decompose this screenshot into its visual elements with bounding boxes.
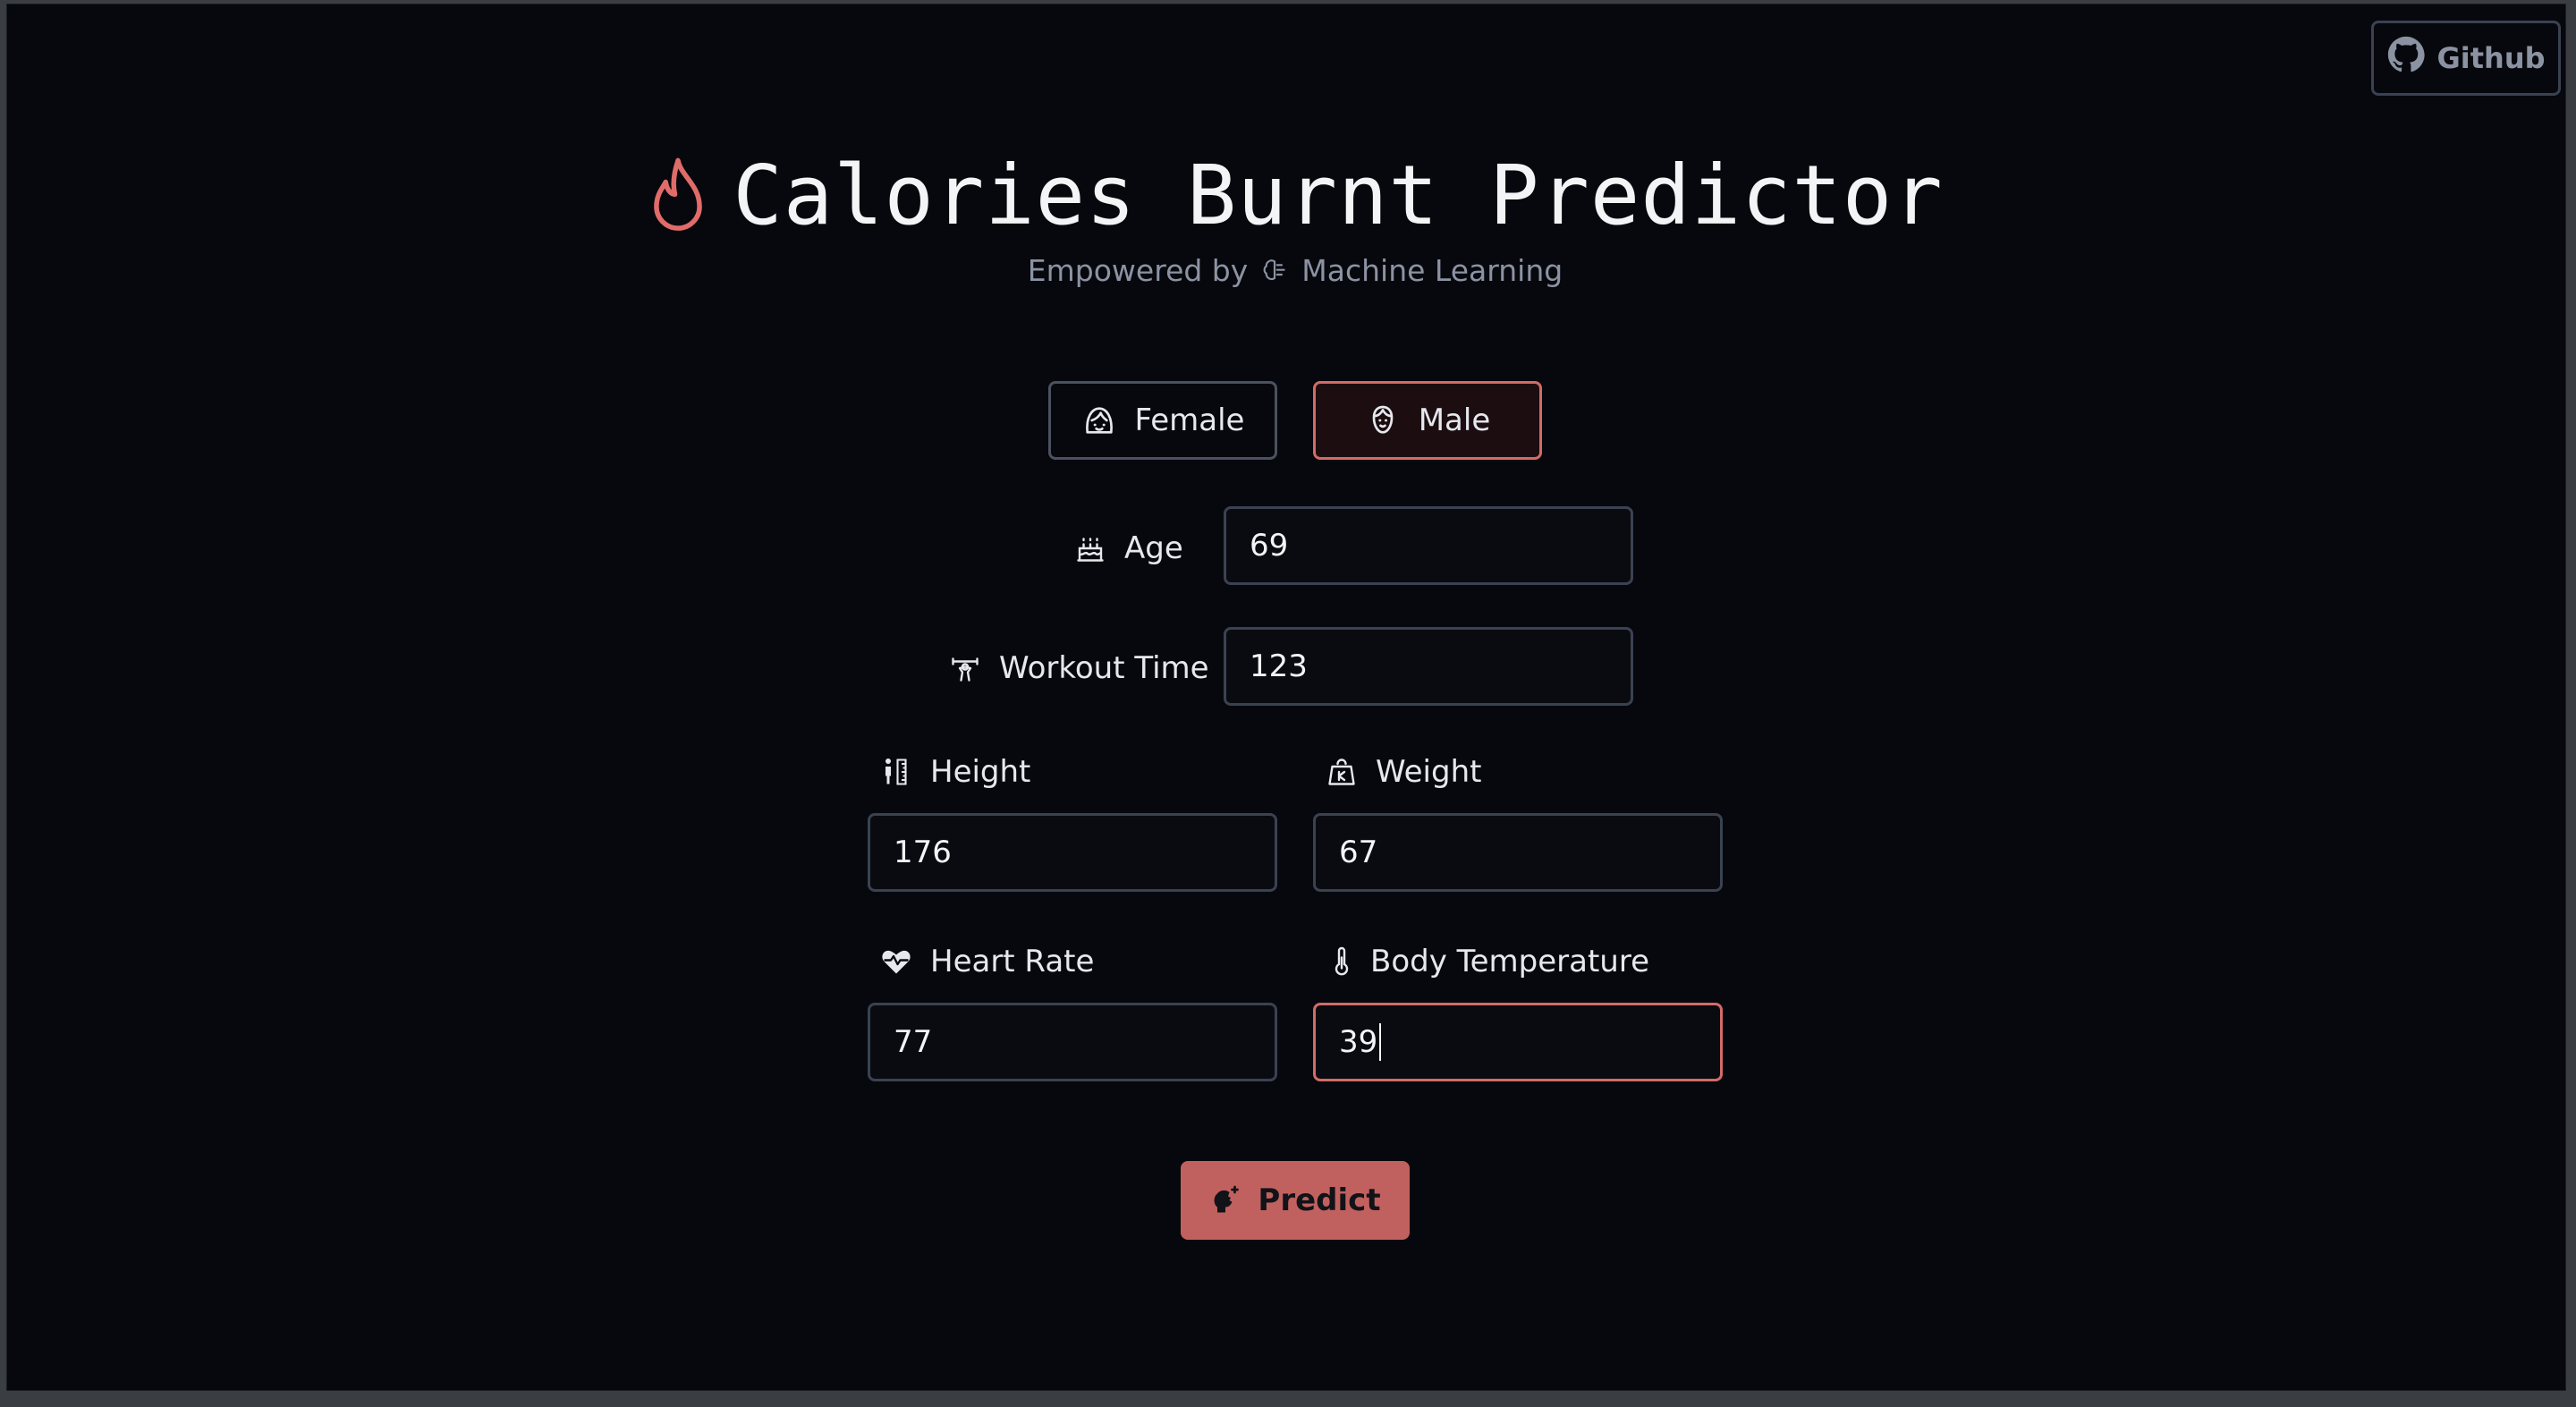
heart-rate-label: Heart Rate [880, 944, 1094, 979]
brain-icon [1260, 257, 1289, 285]
workout-time-input-value: 123 [1250, 648, 1308, 684]
female-face-icon [1081, 403, 1117, 438]
gender-female-button[interactable]: Female [1048, 381, 1277, 460]
app-window: Github Calories Burnt Predictor Empowere… [6, 4, 2566, 1391]
weightlifting-icon [949, 652, 981, 684]
weight-label: Weight [1326, 754, 1481, 790]
height-label-text: Height [930, 754, 1031, 790]
flame-icon [647, 157, 709, 234]
height-input[interactable]: 176 [868, 813, 1277, 892]
age-label-text: Age [1124, 530, 1183, 566]
heart-rate-input-value: 77 [894, 1024, 933, 1060]
gender-male-button[interactable]: Male [1313, 381, 1542, 460]
heart-rate-label-text: Heart Rate [930, 944, 1095, 979]
text-caret [1379, 1023, 1382, 1061]
height-input-value: 176 [894, 835, 952, 870]
heart-pulse-icon [880, 945, 912, 978]
github-icon [2387, 36, 2425, 81]
subtitle: Empowered by Machine Learning [7, 253, 2576, 288]
weight-input-value: 67 [1339, 835, 1378, 870]
weight-label-text: Weight [1376, 754, 1482, 790]
age-input[interactable]: 69 [1224, 506, 1633, 585]
subtitle-suffix: Machine Learning [1301, 253, 1563, 288]
github-button[interactable]: Github [2371, 21, 2561, 96]
height-ruler-icon [880, 756, 912, 788]
male-label: Male [1418, 403, 1491, 438]
github-label: Github [2436, 41, 2546, 75]
weight-input[interactable]: 67 [1313, 813, 1723, 892]
workout-time-input[interactable]: 123 [1224, 627, 1633, 706]
page-title: Calories Burnt Predictor [7, 148, 2576, 243]
workout-time-label: Workout Time [949, 650, 1209, 686]
body-temperature-label: Body Temperature [1326, 944, 1649, 979]
subtitle-prefix: Empowered by [1027, 253, 1249, 288]
height-label: Height [880, 754, 1030, 790]
body-temperature-input[interactable]: 39 [1313, 1003, 1723, 1081]
workout-time-label-text: Workout Time [999, 650, 1209, 686]
title-text: Calories Burnt Predictor [733, 148, 1944, 243]
heart-rate-input[interactable]: 77 [868, 1003, 1277, 1081]
predict-label: Predict [1258, 1182, 1381, 1218]
male-face-icon [1365, 403, 1401, 438]
age-label: Age [1074, 530, 1183, 566]
female-label: Female [1134, 403, 1245, 438]
body-temperature-label-text: Body Temperature [1370, 944, 1650, 979]
age-input-value: 69 [1250, 528, 1289, 564]
thermometer-icon [1326, 945, 1358, 978]
weight-scale-icon [1326, 756, 1358, 788]
cake-icon [1074, 532, 1106, 564]
body-temperature-input-value: 39 [1339, 1024, 1378, 1060]
brain-sparkle-icon [1209, 1184, 1241, 1216]
predict-button[interactable]: Predict [1181, 1161, 1410, 1240]
